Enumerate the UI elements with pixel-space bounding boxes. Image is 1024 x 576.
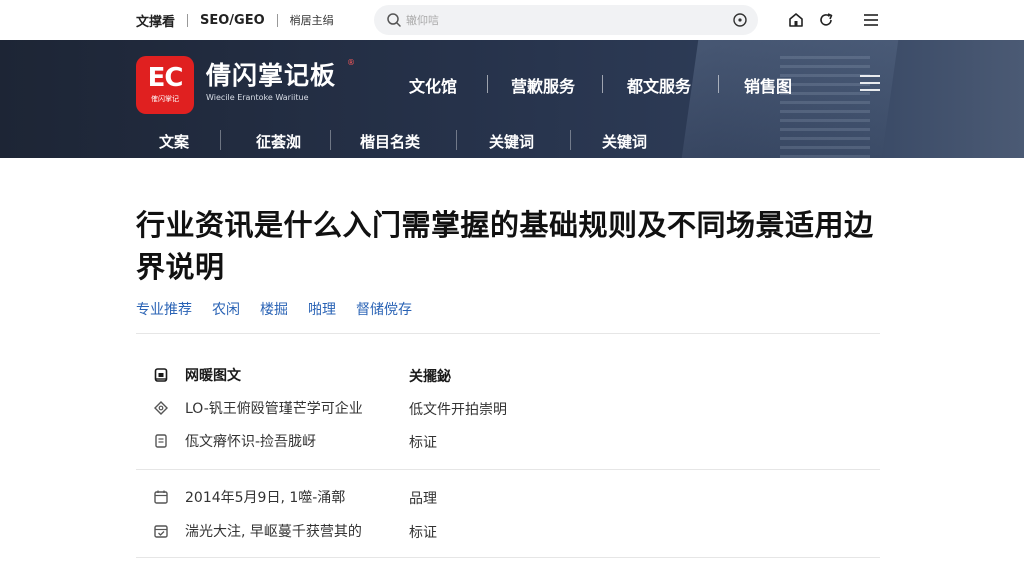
top-link-3[interactable]: 梢居主绢	[290, 12, 334, 28]
info-value: 低文件开拍崇明	[409, 402, 507, 418]
info-row: 网暖图文	[153, 364, 241, 386]
tag-link[interactable]: 农闲	[212, 299, 240, 319]
top-utility-bar: 文撑看 SEO/GEO 梢居主绢	[0, 0, 1024, 40]
tag-link[interactable]: 专业推荐	[136, 299, 192, 319]
logo-subtext: 傕闪掌记	[151, 95, 179, 103]
info-label: 2014年5月9日, 1噬-涌鄣	[185, 490, 346, 506]
top-link-divider	[276, 13, 278, 27]
sub-nav-divider	[456, 130, 457, 150]
section-divider	[136, 469, 880, 470]
sub-nav-divider	[330, 130, 331, 150]
sub-nav-item-1[interactable]: 文案	[159, 131, 189, 152]
background-building-windows	[780, 50, 870, 158]
tag-link[interactable]: 楼掘	[260, 299, 288, 319]
main-nav-divider	[718, 75, 719, 93]
sub-nav-item-4[interactable]: 关键词	[489, 131, 534, 152]
brand-logo[interactable]: EC 傕闪掌记	[136, 56, 194, 114]
document-icon	[155, 434, 167, 448]
search-icon	[387, 13, 401, 27]
brand-name: 倩闪掌记板	[206, 61, 337, 90]
sub-nav-item-2[interactable]: 征荟洳	[256, 131, 301, 152]
menu-icon[interactable]	[859, 74, 881, 92]
top-link-divider	[187, 13, 189, 27]
info-row: 2014年5月9日, 1噬-涌鄣	[153, 486, 345, 508]
main-nav-item-3[interactable]: 都文服务	[627, 73, 691, 97]
article-tags: 专业推荐 农闲 楼掘 啪理 督储傥存	[136, 299, 432, 319]
sub-nav-divider	[570, 130, 571, 150]
refresh-icon[interactable]	[816, 10, 836, 30]
diamond-icon	[154, 401, 168, 415]
info-value: 标证	[409, 525, 437, 541]
main-nav-item-2[interactable]: 营歉服务	[511, 73, 575, 97]
main-nav-divider	[487, 75, 488, 93]
sub-nav-item-5[interactable]: 关键词	[602, 131, 647, 152]
article-title: 行业资讯是什么入门需掌握的基础规则及不同场景适用边界说明	[136, 208, 874, 284]
main-nav-item-1[interactable]: 文化馆	[409, 73, 457, 97]
search-input[interactable]	[406, 11, 706, 29]
top-links: 文撑看 SEO/GEO 梢居主绢	[136, 0, 334, 40]
calendar-check-icon	[154, 525, 168, 538]
info-value: 品理	[409, 491, 437, 507]
lock-icon	[154, 368, 168, 382]
sub-nav-item-3[interactable]: 楷目名类	[360, 131, 420, 152]
tag-link[interactable]: 督储傥存	[356, 299, 412, 319]
info-row: 佤文瘠怀识-捡吾胧岈	[153, 430, 316, 452]
info-value: 关擺鉍	[409, 369, 451, 385]
info-label: 网暖图文	[185, 368, 241, 384]
sub-nav-divider	[220, 130, 221, 150]
hamburger-icon[interactable]	[861, 10, 881, 30]
info-label: LO-钒王俯殴管瑾芒学可企业	[185, 401, 363, 417]
section-divider	[136, 333, 880, 334]
info-label: 佤文瘠怀识-捡吾胧岈	[185, 434, 317, 450]
info-label: 湍光大注, 早岖蔓千获营其的	[185, 524, 362, 540]
info-row: 湍光大注, 早岖蔓千获营其的	[153, 520, 362, 542]
main-nav-item-4[interactable]: 销售图	[744, 73, 792, 97]
calendar-icon	[154, 490, 168, 504]
search-bar[interactable]	[374, 5, 758, 35]
brand-name-block[interactable]: 倩闪掌记板 Wiecile Erantoke Wariitue ®	[206, 58, 355, 104]
brand-english-name: Wiecile Erantoke Wariitue	[206, 93, 309, 102]
registered-mark: ®	[347, 58, 355, 67]
section-divider	[136, 557, 880, 558]
top-link-1[interactable]: 文撑看	[136, 11, 175, 30]
info-value: 标证	[409, 435, 437, 451]
top-link-2[interactable]: SEO/GEO	[200, 13, 265, 28]
info-row: LO-钒王俯殴管瑾芒学可企业	[153, 397, 363, 419]
home-icon[interactable]	[786, 10, 806, 30]
logo-text: EC	[147, 63, 184, 93]
main-nav-divider	[602, 75, 603, 93]
tag-link[interactable]: 啪理	[308, 299, 336, 319]
info-circle-icon[interactable]	[732, 12, 748, 28]
